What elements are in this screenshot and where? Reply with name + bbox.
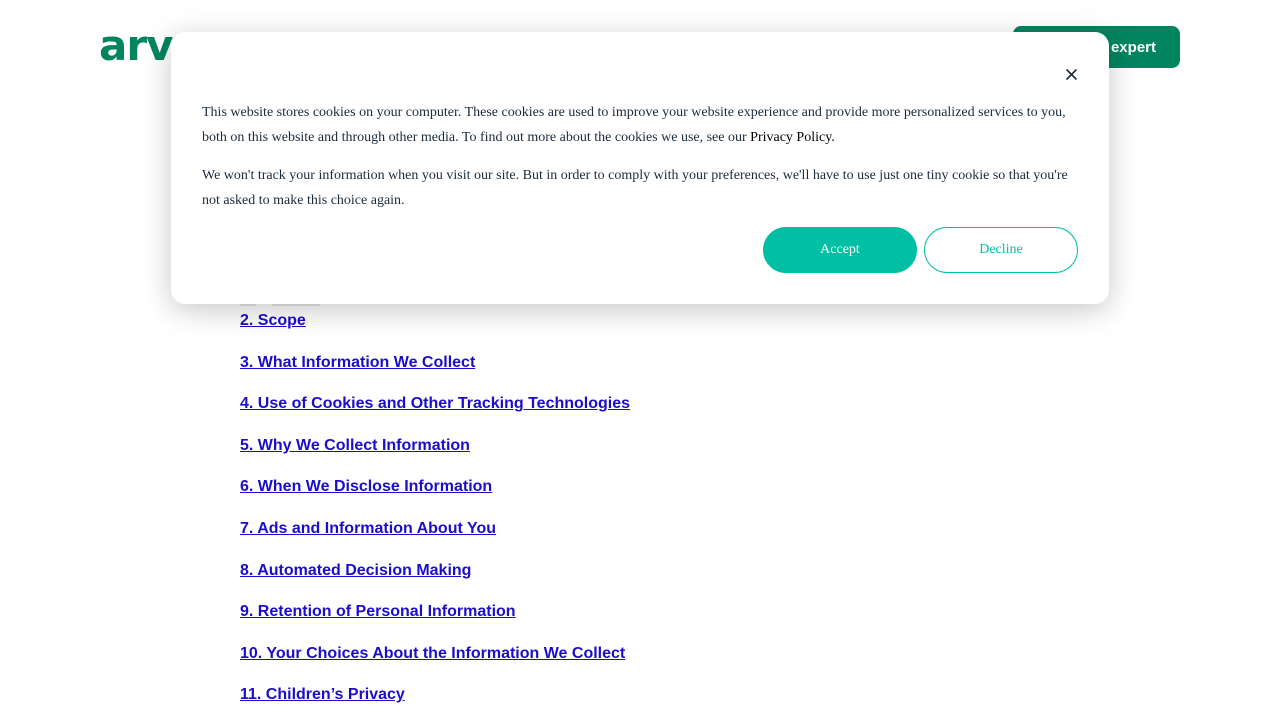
toc-item: 5. Why We Collect Information	[240, 435, 630, 477]
toc-item: 3. What Information We Collect	[240, 352, 630, 394]
toc-link-why-collect[interactable]: 5. Why We Collect Information	[240, 437, 470, 454]
toc-link-retention[interactable]: 9. Retention of Personal Information	[240, 603, 516, 620]
toc-link-your-choices[interactable]: 10. Your Choices About the Information W…	[240, 645, 625, 662]
toc-item: 6. When We Disclose Information	[240, 476, 630, 518]
page: arve expert 2. Scope 3. What Information…	[0, 0, 1280, 720]
cookie-preference-text: We won't track your information when you…	[202, 168, 1068, 208]
close-icon	[1065, 68, 1077, 80]
toc-item: 7. Ads and Information About You	[240, 518, 630, 560]
toc-link-ads[interactable]: 7. Ads and Information About You	[240, 520, 496, 537]
table-of-contents: 2. Scope 3. What Information We Collect …	[240, 310, 630, 720]
accept-button[interactable]: Accept	[763, 227, 917, 273]
toc-item: 9. Retention of Personal Information	[240, 601, 630, 643]
toc-item: 4. Use of Cookies and Other Tracking Tec…	[240, 393, 630, 435]
toc-item: 8. Automated Decision Making	[240, 560, 630, 602]
toc-item: 10. Your Choices About the Information W…	[240, 643, 630, 685]
cookie-notice-text-main: This website stores cookies on your comp…	[202, 105, 1066, 145]
toc-link-automated-decision[interactable]: 8. Automated Decision Making	[240, 562, 471, 579]
privacy-policy-link[interactable]: Privacy Policy.	[750, 130, 835, 145]
close-button[interactable]	[1061, 64, 1081, 84]
toc-link-cookies[interactable]: 4. Use of Cookies and Other Tracking Tec…	[240, 395, 630, 412]
toc-item: 11. Children’s Privacy	[240, 684, 630, 720]
toc-link-disclose[interactable]: 6. When We Disclose Information	[240, 478, 492, 495]
cookie-consent-banner: This website stores cookies on your comp…	[171, 32, 1109, 304]
toc-link-scope[interactable]: 2. Scope	[240, 312, 306, 329]
toc-item: 2. Scope	[240, 310, 630, 352]
decline-button[interactable]: Decline	[924, 227, 1078, 273]
toc-link-childrens-privacy[interactable]: 11. Children’s Privacy	[240, 686, 405, 703]
cookie-notice-text: This website stores cookies on your comp…	[202, 100, 1072, 150]
toc-link-what-information[interactable]: 3. What Information We Collect	[240, 354, 475, 371]
